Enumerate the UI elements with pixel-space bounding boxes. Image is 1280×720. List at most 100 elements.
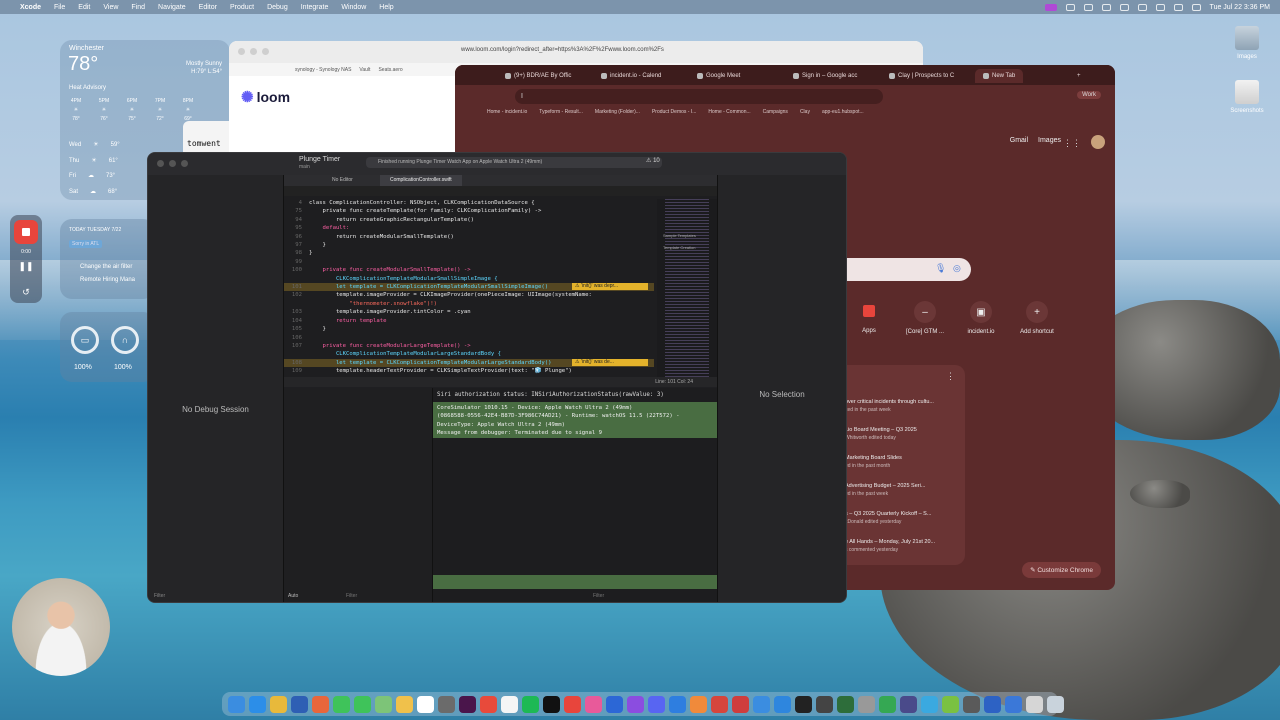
pause-icon[interactable]: ❚❚ (10, 261, 42, 272)
tab-google-meet[interactable]: Google Meet (697, 69, 740, 83)
bookmark-item[interactable]: Product Demos - I... (652, 109, 696, 121)
messages-icon[interactable] (333, 695, 350, 713)
tab-complication-controller[interactable]: ComplicationController.swift (380, 175, 462, 186)
jump-bar[interactable] (284, 186, 717, 196)
screen-recording-icon[interactable] (1044, 3, 1057, 11)
safari-address-bar[interactable]: www.loom.com/login?redirect_after=https%… (461, 47, 664, 53)
tab-clay[interactable]: Clay | Prospects to C (889, 69, 954, 83)
app-icon[interactable] (879, 695, 896, 713)
app-icon[interactable] (480, 695, 497, 713)
minimap[interactable]: Sample Templates Template Creation (657, 199, 717, 379)
bookmark-item[interactable]: app-eu1.hubspot... (822, 109, 864, 121)
menu-find[interactable]: Find (131, 4, 145, 11)
slack-icon[interactable] (459, 695, 476, 713)
menu-file[interactable]: File (54, 4, 65, 11)
app-icon[interactable] (921, 695, 938, 713)
status-icon[interactable] (1119, 3, 1129, 11)
feed-item[interactable]: t.io Board Meeting – Q3 2025 Whitworth ed… (845, 426, 917, 442)
wifi-icon[interactable] (1155, 3, 1165, 11)
reminder-item[interactable]: Change the air filter (80, 264, 132, 270)
deprecation-warning[interactable]: ⚠ 'init()' was depr... (572, 283, 648, 290)
feed-item[interactable]: e All Hands – Monday, July 21st 20... s c… (845, 538, 935, 554)
reminders-widget[interactable]: TODAY TUESDAY 7/22 Sorry in ATL Change t… (60, 219, 155, 299)
zoom-button[interactable] (262, 48, 269, 55)
calendar-icon[interactable] (417, 695, 434, 713)
menu-clock[interactable]: Tue Jul 22 3:36 PM (1210, 4, 1270, 11)
tab-bdr[interactable]: (9+) BDR/AE By Offic (505, 69, 571, 83)
variables-filter[interactable]: Filter (346, 593, 357, 599)
maps-icon[interactable] (375, 695, 392, 713)
navigator-filter[interactable]: Filter (154, 593, 165, 599)
tab-new-tab[interactable]: New Tab (975, 69, 1024, 83)
feed-item[interactable]: s – Q3 2025 Quarterly Kickoff – S... cDon… (845, 510, 931, 526)
status-icon[interactable] (1137, 3, 1147, 11)
scheme-selector[interactable]: Plunge Timer main (299, 156, 340, 171)
feed-item[interactable]: Advertising Budget – 2025 Seri... ed in t… (845, 482, 925, 498)
minimize-button[interactable] (169, 160, 176, 167)
app-icon[interactable] (438, 695, 455, 713)
webcam-bubble[interactable] (12, 578, 110, 676)
app-icon[interactable] (1026, 695, 1043, 713)
control-center-icon[interactable] (1173, 3, 1183, 11)
shortcut-core-gtm[interactable]: – [Core] GTM ... (895, 301, 955, 335)
app-icon[interactable] (291, 695, 308, 713)
menu-window[interactable]: Window (341, 4, 366, 11)
status-icon[interactable] (1083, 3, 1093, 11)
menu-view[interactable]: View (103, 4, 118, 11)
desktop-icon-images[interactable]: Images (1222, 26, 1272, 60)
menu-integrate[interactable]: Integrate (301, 4, 329, 11)
app-icon[interactable] (837, 695, 854, 713)
bookmark-item[interactable]: Seats.aero (378, 67, 402, 73)
safari-icon[interactable] (249, 695, 266, 713)
console-filter[interactable]: Filter (593, 593, 604, 599)
app-icon[interactable] (963, 695, 980, 713)
new-tab-button[interactable]: + (1077, 69, 1081, 83)
app-icon[interactable] (585, 695, 602, 713)
warning-count[interactable]: ⚠ 10 (646, 157, 660, 164)
more-options-icon[interactable]: ⋮ (946, 371, 955, 382)
status-icon[interactable] (1191, 3, 1201, 11)
restart-icon[interactable]: ↺ (10, 287, 42, 298)
batteries-widget[interactable]: ▭ ∩ 100% 100% (60, 312, 155, 382)
google-lens-icon[interactable]: ◎ (953, 263, 961, 274)
menu-editor[interactable]: Editor (199, 4, 217, 11)
terminal-window[interactable]: tomwent (183, 121, 229, 152)
menu-product[interactable]: Product (230, 4, 254, 11)
app-icon[interactable] (606, 695, 623, 713)
close-button[interactable] (157, 160, 164, 167)
bookmark-item[interactable]: Home - incident.io (487, 109, 527, 121)
bookmark-item[interactable]: Home - Common... (708, 109, 750, 121)
reminder-item[interactable]: Remote Hiring Mana (80, 277, 135, 283)
desktop-icon-screenshots[interactable]: Screenshots (1222, 80, 1272, 114)
status-icon[interactable] (1065, 3, 1075, 11)
minimize-button[interactable] (250, 48, 257, 55)
profile-button[interactable]: Work (1077, 91, 1101, 99)
account-avatar[interactable] (1091, 135, 1105, 149)
app-icon[interactable] (627, 695, 644, 713)
chrome-icon[interactable] (270, 695, 287, 713)
terminal-icon[interactable] (795, 695, 812, 713)
bookmark-item[interactable]: Typeform - Result... (539, 109, 583, 121)
app-icon[interactable] (858, 695, 875, 713)
status-icon[interactable] (1101, 3, 1111, 11)
feed-item[interactable]: over critical incidents through cultu...… (845, 398, 934, 414)
photos-icon[interactable] (396, 695, 413, 713)
debug-console[interactable]: Siri authorization status: INSiriAuthori… (433, 388, 717, 602)
trash-icon[interactable] (1047, 695, 1064, 713)
shortcut-incident[interactable]: ▣ incident.io (951, 301, 1011, 335)
xcode-icon[interactable] (774, 695, 791, 713)
gmail-link[interactable]: Gmail (1010, 137, 1028, 144)
appletv-icon[interactable] (543, 695, 560, 713)
bookmark-item[interactable]: synology - Synology NAS (295, 67, 351, 73)
app-icon[interactable] (900, 695, 917, 713)
app-icon[interactable] (753, 695, 770, 713)
feed-item[interactable]: Marketing Board Slides ed in the past mon… (845, 454, 902, 470)
app-icon[interactable] (669, 695, 686, 713)
shortcut-apps[interactable]: Apps (839, 301, 899, 334)
app-icon[interactable] (312, 695, 329, 713)
chrome-omnibox[interactable]: I (515, 89, 883, 104)
xcode-window[interactable]: Plunge Timer main Finished running Plunge… (147, 152, 847, 603)
auto-selector[interactable]: Auto (288, 593, 298, 599)
app-icon[interactable] (690, 695, 707, 713)
finder-icon[interactable] (228, 695, 245, 713)
